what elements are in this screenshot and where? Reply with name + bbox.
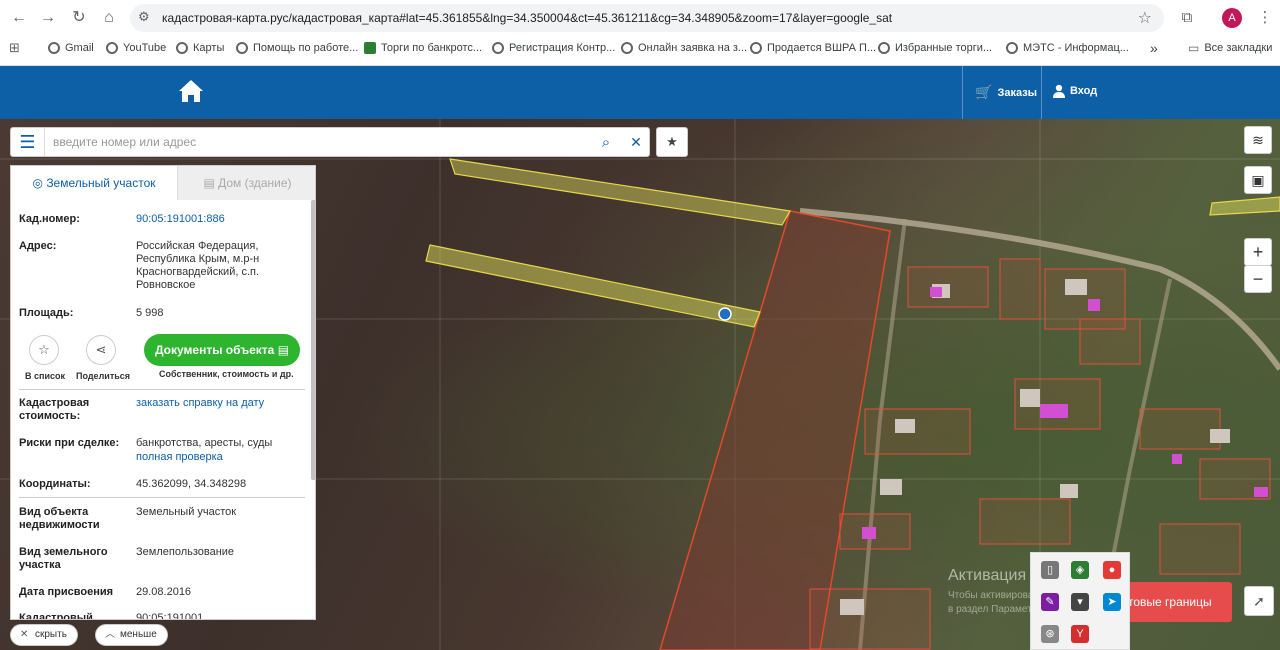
bookmark-mets[interactable]: МЭТС - Информац... [1006,40,1129,56]
hamburger-menu-icon[interactable]: ☰ [11,128,45,156]
record-icon[interactable]: ● [1103,561,1121,579]
site-header: 🛒 Заказы Вход [0,66,1280,119]
document-icon: ▤ [277,343,290,357]
cart-icon: 🛒 [975,84,993,100]
globe-icon [878,42,890,54]
search-icon[interactable]: ⌕ [596,133,616,153]
usb-icon[interactable]: ▯ [1041,561,1059,579]
bookmark-registration[interactable]: Регистрация Контр... [492,40,615,56]
bookmark-bankruptcy[interactable]: Торги по банкротс... [364,40,482,56]
documents-button[interactable]: Документы объекта ▤ [144,334,300,366]
back-icon[interactable]: ← [8,7,30,29]
hide-panel-button[interactable]: ✕ скрыть [10,624,78,646]
bookmarks-bar: ⊞ Gmail YouTube Карты Помощь по работе..… [0,36,1280,60]
globe-icon [1006,42,1018,54]
globe-icon [176,42,188,54]
less-button[interactable]: ︿ меньше [95,624,168,646]
bookmark-youtube[interactable]: YouTube [106,40,166,56]
cad-number-value[interactable]: 90:05:191001:886 [136,213,306,226]
date-value: 29.08.2016 [136,586,192,598]
home-nav-icon[interactable]: ⌂ [98,7,120,29]
bookmark-maps[interactable]: Карты [176,40,224,56]
globe-icon [48,42,60,54]
area-value: 5 998 [136,307,164,319]
chevron-up-icon: ︿ [105,629,115,640]
extensions-icon[interactable]: ⧉ [1176,7,1198,29]
globe-icon [750,42,762,54]
network-icon[interactable]: ⊛ [1041,625,1059,643]
address-value: Российская Федерация, Республика Крым, м… [136,240,260,291]
bookmark-help[interactable]: Помощь по работе... [236,40,358,56]
folder-icon: ▭ [1188,41,1200,55]
zoom-in-button[interactable]: + [1244,238,1272,266]
share-icon[interactable]: ⋖ [86,335,116,365]
order-certificate-link[interactable]: заказать справку на дату [136,397,306,410]
browser-menu-icon[interactable]: ⋮ [1254,7,1276,29]
add-to-list-star-icon[interactable]: ☆ [29,335,59,365]
apps-icon[interactable]: ⊞ [9,40,20,56]
bookmark-gmail[interactable]: Gmail [48,40,94,56]
divider [19,389,305,390]
documents-subtitle: Собственник, стоимость и др. [159,369,294,379]
share-label[interactable]: Поделиться [76,371,130,381]
tab-house[interactable]: ▤ Дом (здание) [177,166,315,200]
globe-icon [106,42,118,54]
profile-avatar[interactable]: A [1222,8,1242,28]
telegram-icon[interactable]: ➤ [1103,593,1121,611]
header-separator [1041,66,1042,119]
bookmark-star-icon[interactable]: ☆ [1138,8,1152,28]
close-icon[interactable]: ✕ [626,132,646,152]
site-info-icon[interactable]: ⚙ [138,9,150,25]
land-type-value: Землепользование [136,546,235,558]
user-icon [1053,84,1065,98]
browser-chrome: ← → ↻ ⌂ ⚙ кадастровая-карта.рус/кадастро… [0,0,1280,66]
ruler-icon[interactable]: ▣ [1244,166,1272,194]
forward-icon[interactable]: → [37,7,59,29]
more-bookmarks[interactable]: » [1150,40,1158,56]
pin-icon: ◎ [32,176,43,190]
close-icon: ✕ [20,629,29,640]
object-type-value: Земельный участок [136,506,237,518]
shield-icon[interactable]: ◈ [1071,561,1089,579]
globe-icon [492,42,504,54]
favorites-star-icon[interactable]: ★ [656,127,688,157]
add-to-list-label[interactable]: В список [25,371,65,381]
pen-icon[interactable]: ✎ [1041,593,1059,611]
login-link[interactable]: Вход [1053,84,1097,98]
divider [19,497,305,498]
zoom-out-button[interactable]: − [1244,265,1272,293]
globe-icon [621,42,633,54]
reload-icon[interactable]: ↻ [68,7,90,29]
bookmark-sale[interactable]: Продается ВШРА П... [750,40,876,56]
panel-tabs: ◎ Земельный участок ▤ Дом (здание) [11,166,315,200]
browser-toolbar: ← → ↻ ⌂ ⚙ кадастровая-карта.рус/кадастро… [0,0,1280,36]
coordinates-value: 45.362099, 34.348298 [136,478,247,490]
bookmark-favorite-torgi[interactable]: Избранные торги... [878,40,992,56]
orders-link[interactable]: 🛒 Заказы [975,84,1037,101]
system-tray-popup: ▯ ◈ ● ✎ ▾ ➤ ⊛ Y [1030,552,1130,650]
globe-icon [236,42,248,54]
quarter-value: 90:05:191001 [136,612,204,620]
yandex-icon[interactable]: Y [1071,625,1089,643]
locate-icon[interactable]: ➚ [1244,586,1274,616]
home-icon[interactable] [177,78,205,104]
all-bookmarks[interactable]: ▭ Все закладки [1188,40,1272,56]
risks-value: банкротства, аресты, суды [136,437,273,449]
object-info-panel: ◎ Земельный участок ▤ Дом (здание) Кад.н… [10,165,316,620]
full-check-link[interactable]: полная проверка [136,451,306,464]
layers-icon[interactable]: ≋ [1244,126,1272,154]
url-text[interactable]: кадастровая-карта.рус/кадастровая_карта#… [162,11,892,25]
tab-land-plot[interactable]: ◎ Земельный участок [11,166,177,200]
search-input[interactable] [53,133,593,151]
header-separator [962,66,963,119]
bookmark-online-request[interactable]: Онлайн заявка на з... [621,40,747,56]
mail-icon[interactable]: ▾ [1071,593,1089,611]
torgi-icon [364,42,376,54]
search-bar: ☰ ⌕ ✕ [10,127,650,157]
address-bar[interactable]: ⚙ кадастровая-карта.рус/кадастровая_карт… [130,4,1164,32]
building-icon: ▤ [203,176,215,190]
panel-scrollbar[interactable] [311,200,315,480]
